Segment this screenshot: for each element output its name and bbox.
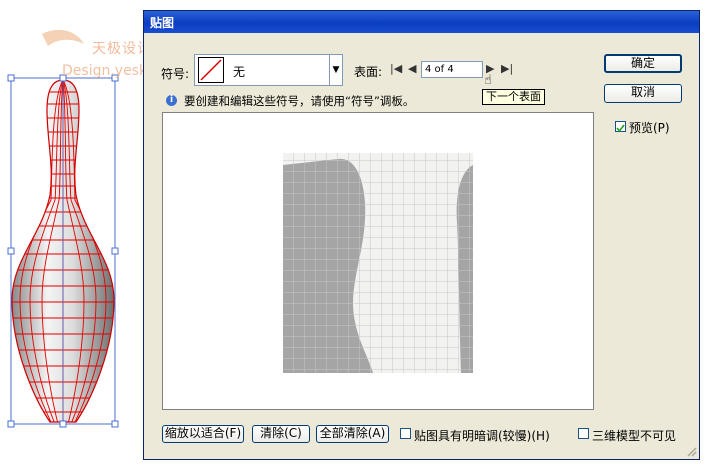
ok-button[interactable]: 确定 bbox=[604, 54, 682, 73]
clear-all-button[interactable]: 全部清除(A) bbox=[316, 425, 389, 443]
prev-surface-icon[interactable]: ◀ bbox=[408, 62, 416, 75]
surface-field[interactable]: 4 of 4 bbox=[421, 61, 483, 78]
scale-to-fit-button[interactable]: 缩放以适合(F) bbox=[162, 425, 244, 443]
checkmark-icon bbox=[616, 124, 625, 133]
clear-button[interactable]: 清除(C) bbox=[252, 425, 310, 443]
invisible-geometry-label: 三维模型不可见 bbox=[592, 429, 677, 443]
first-surface-icon[interactable]: |◀ bbox=[390, 62, 402, 75]
watermark-logo bbox=[42, 29, 84, 46]
none-swatch-icon bbox=[198, 57, 224, 83]
shade-artwork-checkbox[interactable] bbox=[400, 428, 411, 439]
last-surface-icon[interactable]: ▶| bbox=[501, 62, 513, 75]
surface-map-image bbox=[283, 153, 473, 373]
title-bar[interactable]: 贴图 bbox=[144, 11, 699, 33]
cursor-hand-icon: ☝ bbox=[484, 73, 492, 88]
resize-grip-icon[interactable] bbox=[685, 445, 697, 457]
dialog-title: 贴图 bbox=[150, 16, 175, 30]
tooltip: 下一个表面 bbox=[482, 89, 545, 105]
symbol-value: 无 bbox=[233, 65, 246, 79]
surface-preview[interactable] bbox=[162, 112, 594, 410]
dropdown-arrow-icon[interactable]: ▼ bbox=[329, 54, 343, 86]
symbol-label: 符号: bbox=[161, 67, 190, 81]
shade-artwork-label: 贴图具有明暗调(较慢)(H) bbox=[414, 429, 550, 443]
preview-checkbox[interactable] bbox=[615, 121, 626, 133]
texture-map-dialog: 贴图 符号: 无 ▼ 表面: |◀ ◀ 4 of 4 ▶ ▶| ☝ i 要创建和… bbox=[143, 10, 700, 460]
info-text: 要创建和编辑这些符号，请使用“符号”调板。 bbox=[184, 94, 415, 108]
surface-label: 表面: bbox=[354, 65, 383, 79]
info-icon: i bbox=[166, 95, 177, 106]
symbol-select[interactable]: 无 bbox=[194, 54, 342, 86]
invisible-geometry-checkbox[interactable] bbox=[578, 428, 589, 439]
cancel-button[interactable]: 取消 bbox=[604, 84, 682, 103]
preview-label: 预览(P) bbox=[629, 121, 670, 135]
